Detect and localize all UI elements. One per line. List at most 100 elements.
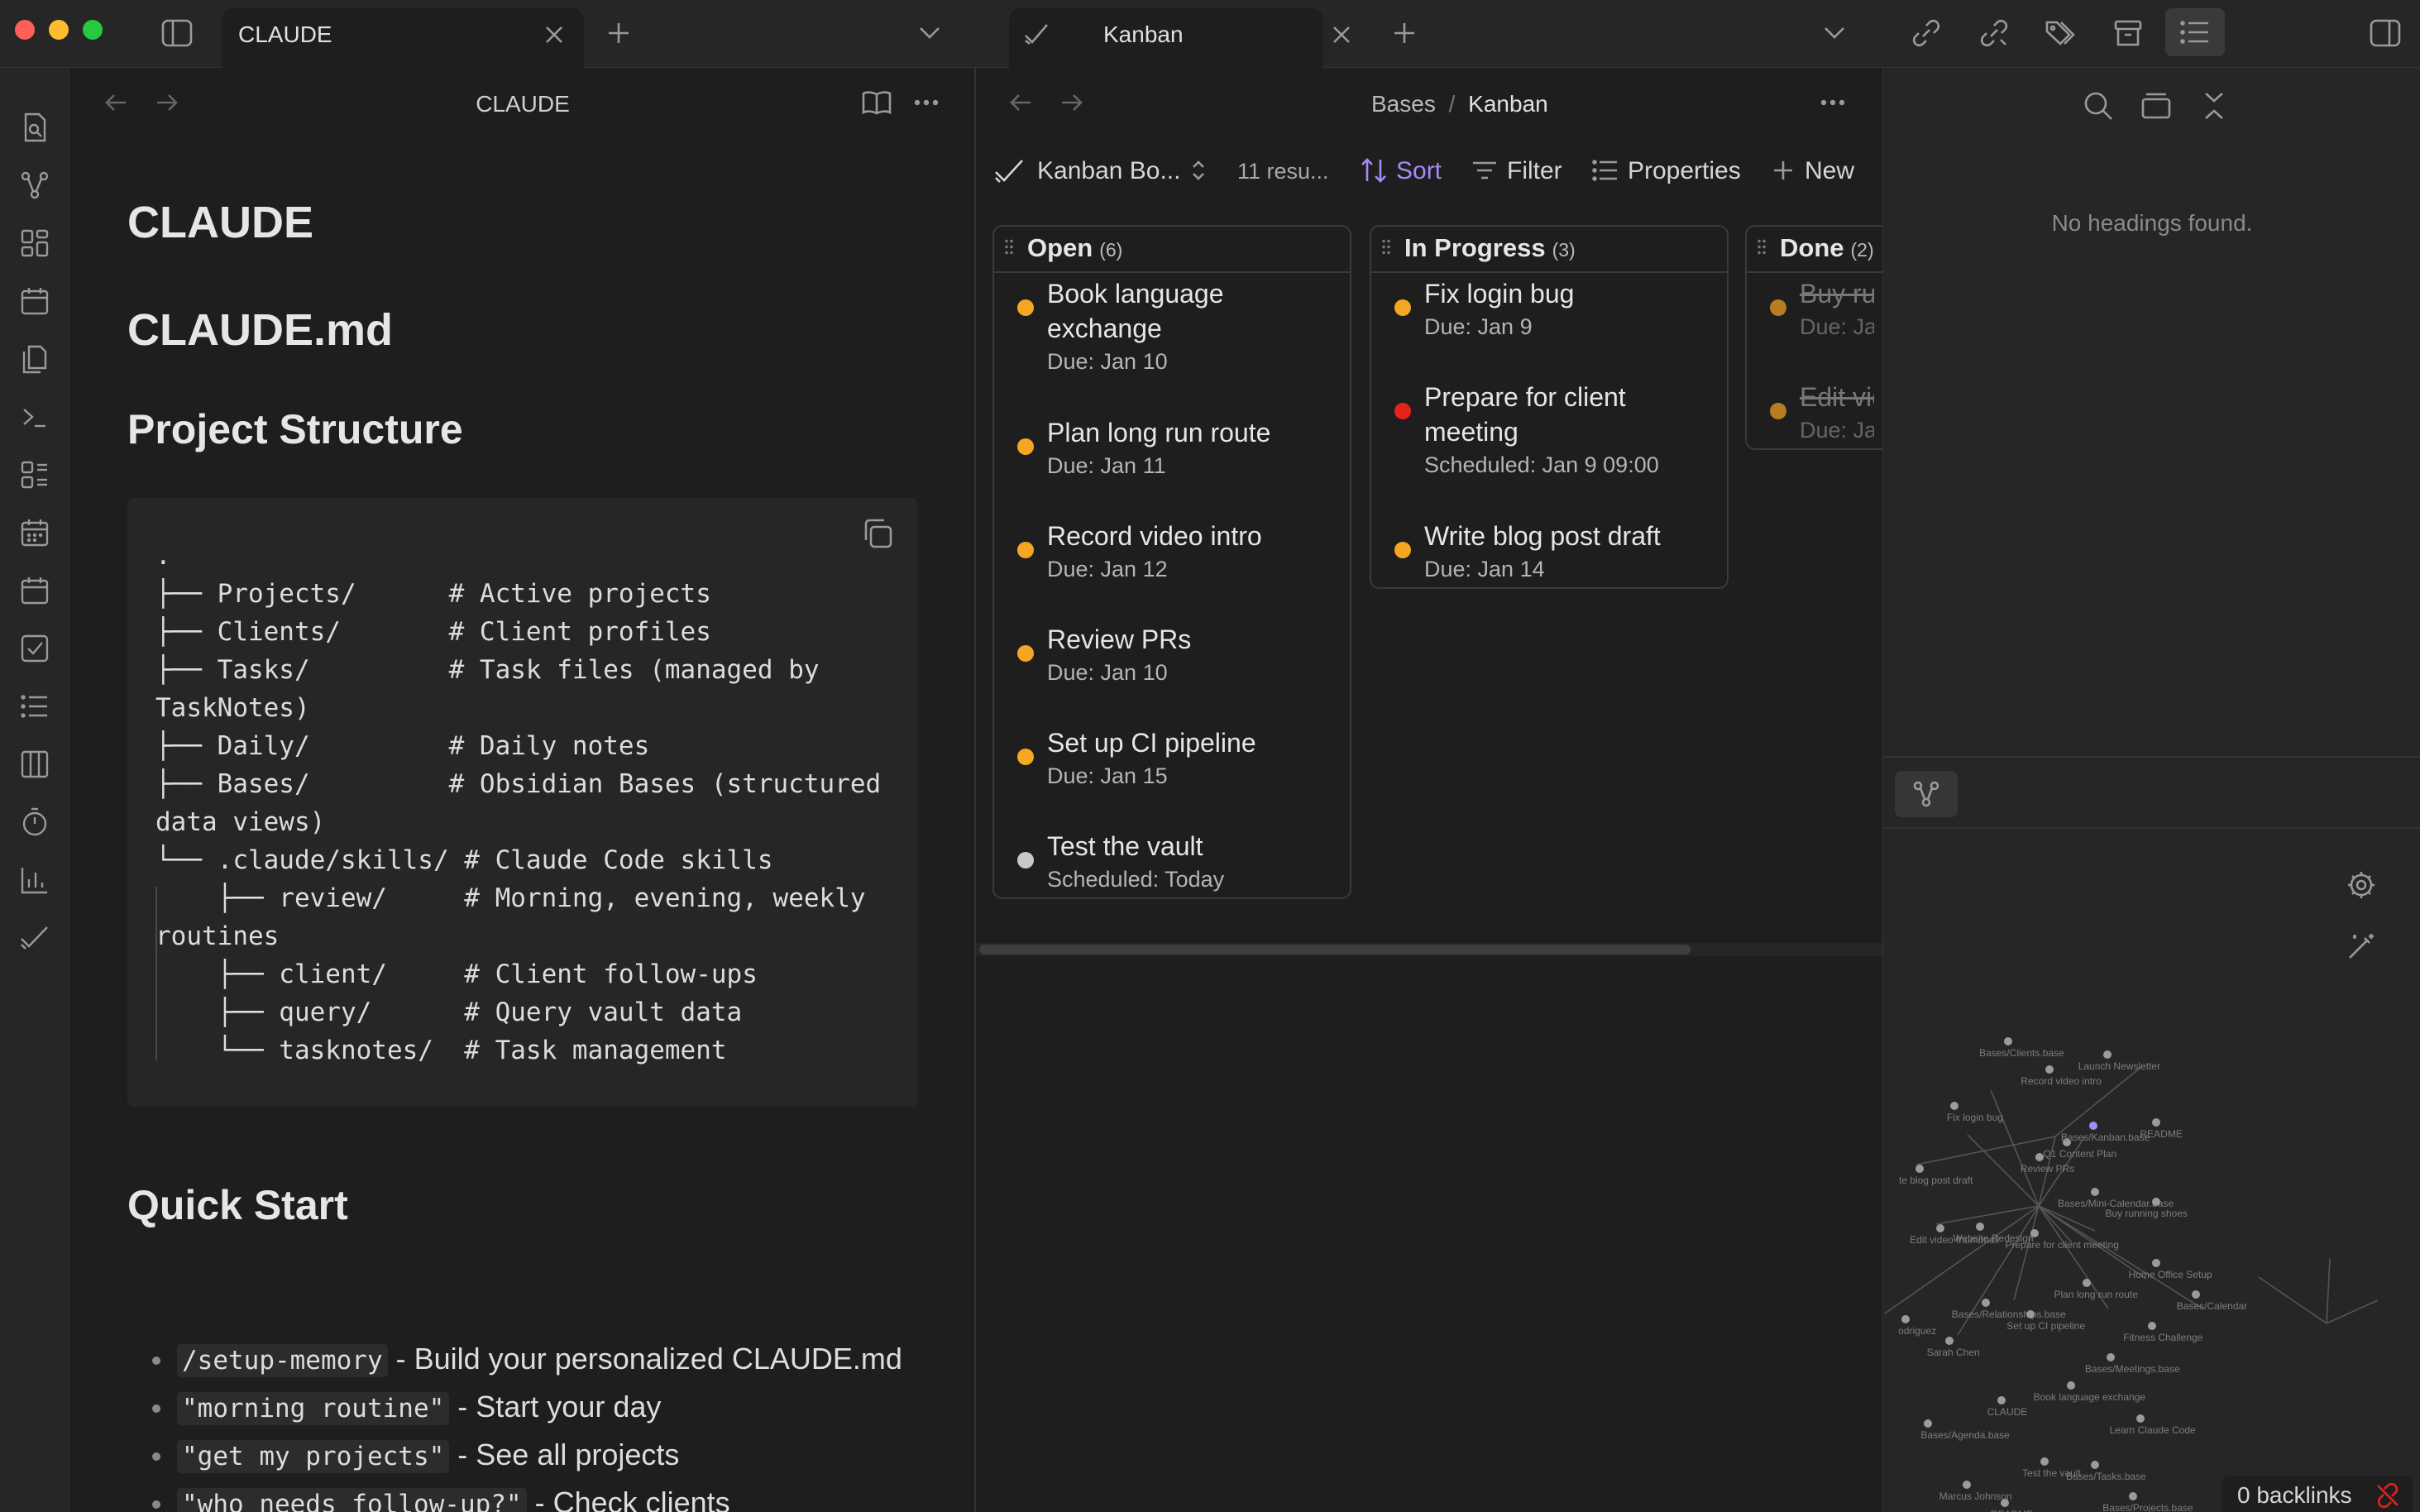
status-dot[interactable]: [1770, 299, 1786, 316]
tab-list-chevron-down-icon[interactable]: [911, 17, 948, 50]
graph-node[interactable]: [2151, 1259, 2160, 1267]
timer-icon[interactable]: [12, 799, 58, 845]
tags-icon[interactable]: [2041, 15, 2079, 51]
task-card-title[interactable]: Record video intro: [1047, 519, 1340, 553]
status-dot[interactable]: [1017, 749, 1034, 765]
local-graph-tab-icon[interactable]: [1895, 771, 1958, 817]
search-icon[interactable]: [2078, 86, 2118, 126]
toggle-left-sidebar-icon[interactable]: [157, 15, 197, 51]
graph-node[interactable]: [1962, 1481, 1971, 1489]
tasknotes-check-icon[interactable]: [12, 915, 58, 961]
graph-node[interactable]: [2151, 1118, 2160, 1127]
terminal-icon[interactable]: [12, 394, 58, 440]
status-dot[interactable]: [1017, 542, 1034, 558]
status-dot[interactable]: [1017, 852, 1034, 868]
archive-icon[interactable]: [2109, 15, 2147, 51]
new-tab-icon[interactable]: [1386, 17, 1423, 50]
graph-node[interactable]: [2091, 1188, 2099, 1196]
minimize-window-button[interactable]: [49, 20, 69, 40]
status-dot[interactable]: [1394, 299, 1411, 316]
open-switcher-icon[interactable]: [12, 104, 58, 151]
close-tab-icon[interactable]: [538, 18, 571, 51]
graph-node[interactable]: [2106, 1353, 2115, 1361]
outline-list-icon[interactable]: [2165, 8, 2225, 56]
bases-icon[interactable]: [12, 452, 58, 498]
graph-node[interactable]: [1944, 1337, 1954, 1345]
task-card-title[interactable]: Write blog post draft: [1424, 519, 1717, 553]
sort-button[interactable]: Sort: [1396, 157, 1442, 185]
status-dot[interactable]: [1017, 299, 1034, 316]
tab-list-chevron-down-icon[interactable]: [1816, 17, 1853, 50]
task-card-title[interactable]: Set up CI pipeline: [1047, 725, 1340, 760]
task-list-icon[interactable]: [12, 683, 58, 730]
horizontal-scrollbar-thumb[interactable]: [979, 945, 1691, 955]
graph-node[interactable]: [2082, 1279, 2091, 1287]
view-switch-chevron-icon[interactable]: [1188, 156, 1209, 185]
outgoing-links-icon[interactable]: [1975, 15, 2013, 51]
task-card-title[interactable]: Review PRs: [1047, 622, 1340, 657]
drag-handle-icon[interactable]: [1381, 238, 1391, 256]
graph-node[interactable]: [2088, 1122, 2097, 1130]
status-dot[interactable]: [1017, 645, 1034, 662]
graph-node[interactable]: [1981, 1299, 1990, 1307]
status-dot[interactable]: [1394, 403, 1411, 419]
status-dot[interactable]: [1394, 542, 1411, 558]
back-arrow-icon[interactable]: [1004, 86, 1037, 119]
new-plus-icon[interactable]: [1768, 156, 1798, 185]
properties-list-icon[interactable]: [1590, 156, 1621, 185]
graph-node[interactable]: [1997, 1396, 2006, 1404]
task-card-title[interactable]: Plan long run route: [1047, 415, 1340, 450]
view-name[interactable]: Kanban Bo...: [1037, 157, 1180, 185]
kanban-columns-icon[interactable]: [12, 741, 58, 787]
task-card-title[interactable]: Book language exchange: [1047, 276, 1340, 346]
backlinks-count[interactable]: 0 backlinks: [2237, 1482, 2352, 1509]
graph-node[interactable]: [2066, 1381, 2075, 1390]
task-card-title[interactable]: Edit vid: [1800, 380, 1874, 414]
graph-node[interactable]: [1949, 1102, 1958, 1110]
stats-chart-icon[interactable]: [12, 857, 58, 903]
calendar-icon[interactable]: [12, 510, 58, 556]
graph-node[interactable]: [1915, 1165, 1924, 1173]
task-card-title[interactable]: Fix login bug: [1424, 276, 1717, 311]
properties-button[interactable]: Properties: [1628, 157, 1741, 185]
new-button[interactable]: New: [1805, 157, 1854, 185]
task-card-title[interactable]: Prepare for client meeting: [1424, 380, 1717, 449]
more-options-icon[interactable]: [1815, 84, 1851, 121]
graph-node[interactable]: [2000, 1499, 2009, 1507]
task-card-title[interactable]: Test the vault: [1047, 829, 1340, 864]
graph-node[interactable]: [2135, 1414, 2145, 1423]
graph-node[interactable]: [2102, 1050, 2112, 1059]
graph-node[interactable]: [2004, 1037, 2012, 1045]
graph-node[interactable]: [2035, 1153, 2044, 1161]
maximize-window-button[interactable]: [83, 20, 103, 40]
column-header[interactable]: Open (6): [1027, 233, 1122, 263]
graph-node[interactable]: [2030, 1229, 2039, 1237]
collapse-all-icon[interactable]: [2194, 86, 2234, 126]
unlinked-broken-link-icon[interactable]: [2373, 1481, 2403, 1510]
results-count[interactable]: 11 resu...: [1237, 159, 1329, 184]
copy-code-icon[interactable]: [855, 511, 900, 556]
task-card-title[interactable]: Buy run: [1800, 276, 1874, 311]
new-tab-icon[interactable]: [600, 17, 637, 50]
close-tab-icon[interactable]: [1325, 18, 1358, 51]
toggle-right-sidebar-icon[interactable]: [2365, 15, 2405, 51]
drag-handle-icon[interactable]: [1757, 238, 1767, 256]
canvas-icon[interactable]: [12, 220, 58, 266]
column-header[interactable]: In Progress (3): [1404, 233, 1576, 263]
reading-view-book-icon[interactable]: [858, 84, 895, 121]
filter-button[interactable]: Filter: [1507, 157, 1562, 185]
drag-handle-icon[interactable]: [1004, 238, 1014, 256]
sort-icon[interactable]: [1358, 156, 1389, 185]
column-header[interactable]: Done (2): [1780, 233, 1874, 263]
agenda-calendar-icon[interactable]: [12, 567, 58, 614]
status-dot[interactable]: [1017, 438, 1034, 455]
task-checkbox-icon[interactable]: [12, 625, 58, 672]
forward-arrow-icon[interactable]: [1055, 86, 1088, 119]
status-dot[interactable]: [1770, 403, 1786, 419]
backlinks-link-icon[interactable]: [1907, 15, 1945, 51]
collapse-panel-icon[interactable]: [2136, 86, 2176, 126]
graph-node[interactable]: [2091, 1461, 2099, 1469]
filter-icon[interactable]: [1469, 156, 1500, 185]
templates-icon[interactable]: [12, 336, 58, 382]
close-window-button[interactable]: [15, 20, 35, 40]
